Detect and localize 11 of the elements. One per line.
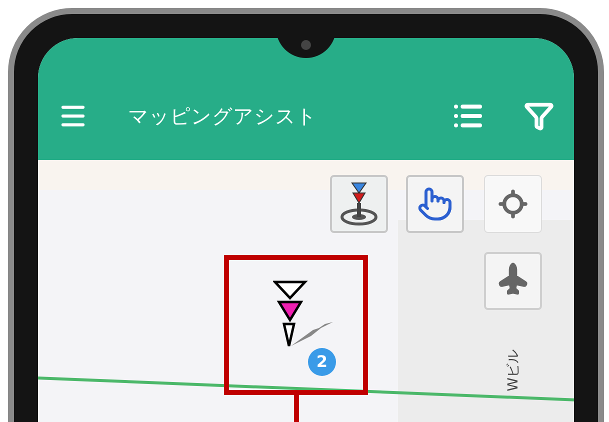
app-title: マッピングアシスト [128,103,318,130]
touch-button[interactable] [406,175,464,233]
survey-tool-button[interactable] [330,175,388,233]
hand-pointer-icon [417,186,453,222]
building-label: Wビル [504,350,522,392]
filter-icon[interactable] [524,101,554,131]
survey-point-icon [339,181,379,227]
flight-mode-button[interactable] [484,252,542,310]
locate-button[interactable] [484,175,542,233]
locate-icon [498,189,528,219]
marker-count-badge: 2 [308,348,336,376]
